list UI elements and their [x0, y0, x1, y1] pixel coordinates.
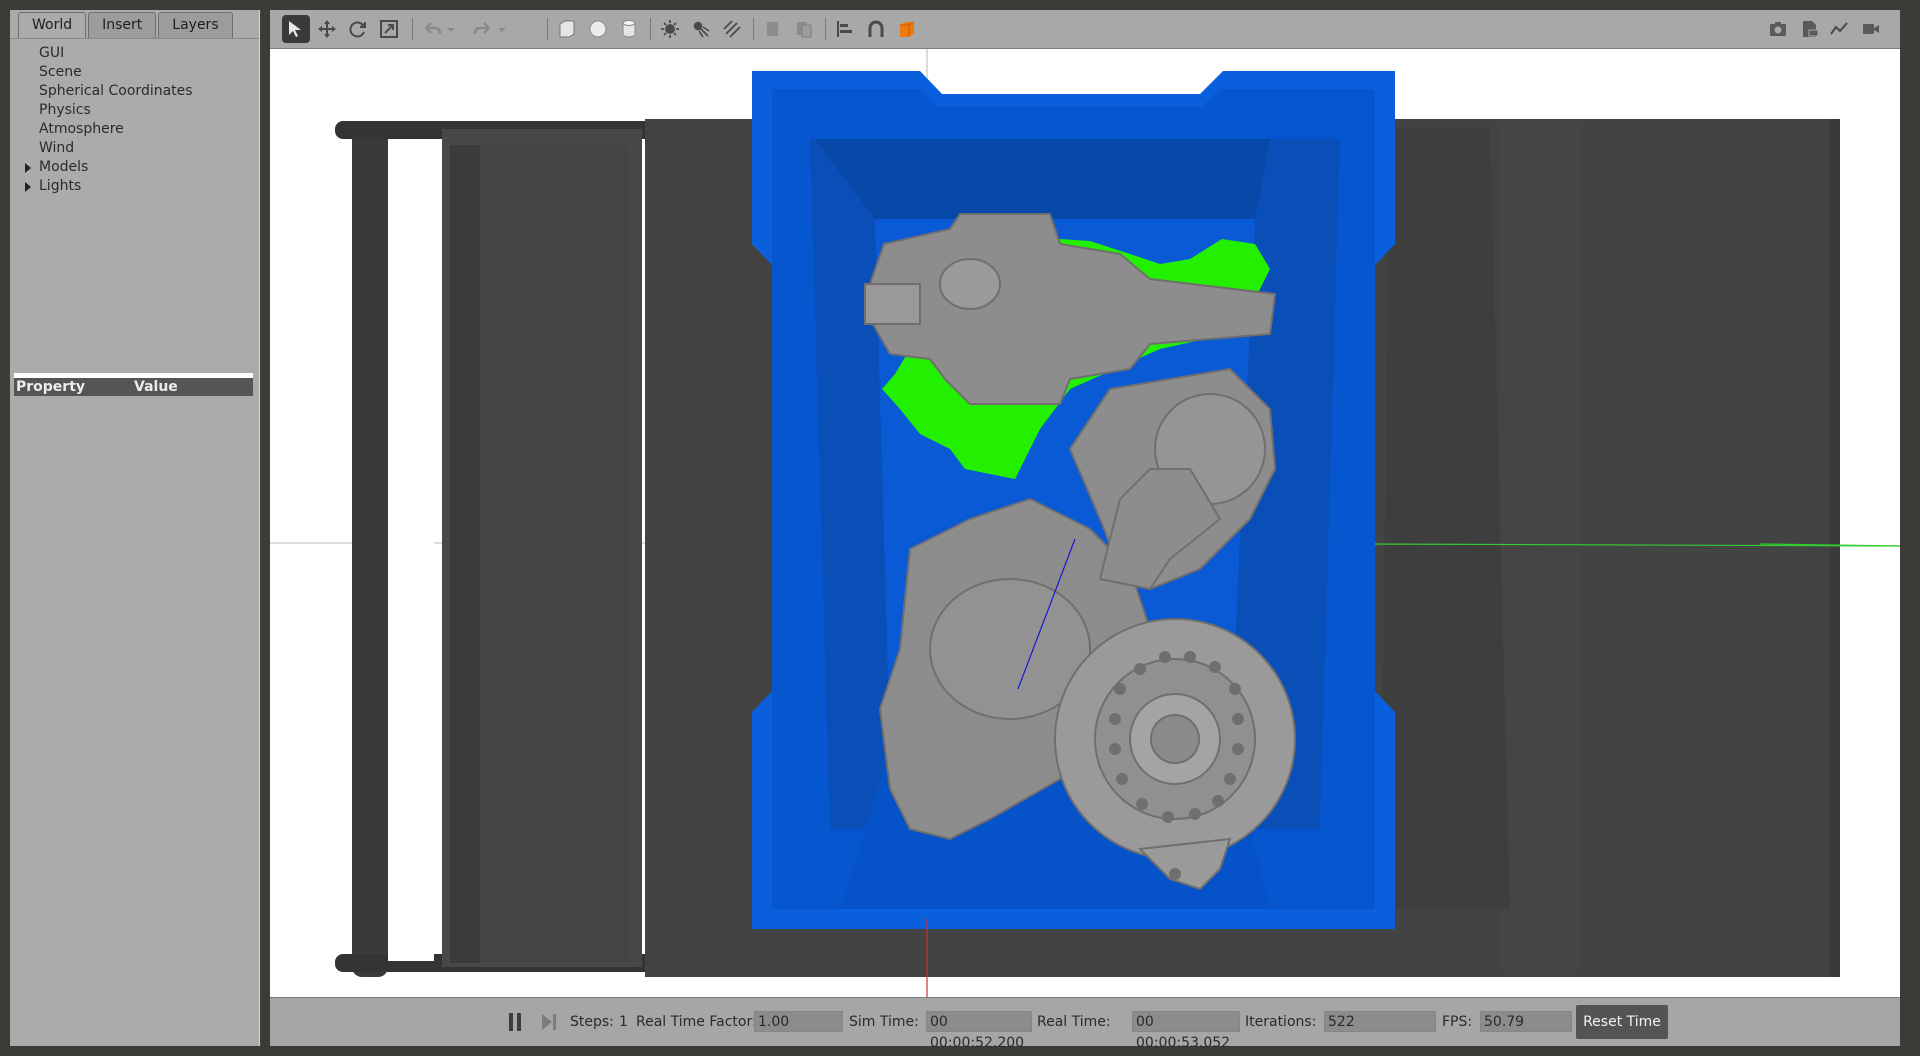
tab-divider: [10, 38, 259, 39]
steps-input[interactable]: 1: [619, 1013, 628, 1031]
fps-field: 50.79: [1480, 1011, 1572, 1032]
reset-time-button[interactable]: Reset Time: [1576, 1005, 1668, 1039]
select-mode-icon[interactable]: [282, 15, 310, 43]
translate-mode-icon[interactable]: [313, 15, 341, 43]
tree-item-wind[interactable]: Wind: [10, 139, 259, 158]
real-time-field: 00 00:00:53.052: [1132, 1011, 1240, 1051]
redo-icon[interactable]: [469, 15, 497, 43]
panel-splitter[interactable]: [259, 10, 268, 1046]
label-iterations: Iterations:: [1245, 1014, 1317, 1030]
log-data-icon[interactable]: [1795, 15, 1823, 43]
spot-light-icon[interactable]: [687, 15, 715, 43]
tree-item-label: GUI: [39, 45, 65, 61]
tab-insert[interactable]: Insert: [88, 12, 157, 38]
cylinder-shape-icon[interactable]: [615, 15, 643, 43]
tree-item-atmosphere[interactable]: Atmosphere: [10, 120, 259, 139]
panel-tabs: World Insert Layers: [18, 12, 233, 39]
property-table-header: Property Value: [14, 378, 253, 396]
label-fps: FPS:: [1442, 1014, 1473, 1030]
tree-item-label: Models: [39, 159, 89, 175]
pause-icon[interactable]: [507, 1012, 525, 1032]
toolbar-separator: [412, 18, 413, 40]
redo-history-icon[interactable]: [495, 15, 509, 43]
point-light-icon[interactable]: [656, 15, 684, 43]
tree-item-label: Spherical Coordinates: [39, 83, 193, 99]
label-sim-time: Sim Time:: [849, 1014, 919, 1030]
plot-icon[interactable]: [1826, 15, 1854, 43]
align-icon[interactable]: [831, 15, 859, 43]
property-column-header[interactable]: Property: [16, 378, 85, 396]
tree-item-label: Wind: [39, 140, 75, 156]
tree-item-spherical-coordinates[interactable]: Spherical Coordinates: [10, 82, 259, 101]
snap-icon[interactable]: [862, 15, 890, 43]
view-angle-icon[interactable]: [893, 15, 921, 43]
directional-light-icon[interactable]: [718, 15, 746, 43]
world-tree: GUI Scene Spherical Coordinates Physics …: [10, 44, 259, 196]
scene-render: [270, 49, 1900, 997]
undo-icon[interactable]: [418, 15, 446, 43]
tab-world[interactable]: World: [18, 12, 87, 39]
toolbar: [270, 10, 1900, 49]
splitter-highlight: [259, 10, 260, 1046]
toolbar-separator: [753, 18, 754, 40]
paste-icon[interactable]: [790, 15, 818, 43]
tab-layers[interactable]: Layers: [158, 12, 233, 38]
rtf-field: 1.00: [754, 1011, 843, 1032]
sim-time-field: 00 00:00:52.200: [926, 1011, 1032, 1051]
tree-item-models[interactable]: Models: [10, 158, 259, 177]
left-panel: World Insert Layers GUI Scene Spherical …: [10, 10, 259, 1046]
tree-item-label: Scene: [39, 64, 82, 80]
toolbar-separator: [825, 18, 826, 40]
toolbar-separator: [547, 18, 548, 40]
tree-item-label: Atmosphere: [39, 121, 124, 137]
rotate-mode-icon[interactable]: [344, 15, 372, 43]
expand-arrow-icon[interactable]: [25, 163, 31, 173]
screenshot-icon[interactable]: [1764, 15, 1792, 43]
tree-item-lights[interactable]: Lights: [10, 177, 259, 196]
undo-history-icon[interactable]: [444, 15, 458, 43]
tree-item-gui[interactable]: GUI: [10, 44, 259, 63]
value-column-header[interactable]: Value: [134, 378, 178, 396]
steps-label: Steps:: [570, 1014, 614, 1030]
left-conveyor: [335, 121, 680, 977]
scene-viewport[interactable]: [270, 49, 1900, 997]
step-forward-icon[interactable]: [542, 1012, 558, 1032]
toolbar-separator: [650, 18, 651, 40]
label-rtf: Real Time Factor:: [636, 1014, 757, 1030]
status-bar: Steps: 1 Real Time Factor: 1.00 Sim Time…: [270, 997, 1900, 1051]
expand-arrow-icon[interactable]: [25, 182, 31, 192]
tree-item-label: Physics: [39, 102, 91, 118]
tree-item-physics[interactable]: Physics: [10, 101, 259, 120]
scale-mode-icon[interactable]: [375, 15, 403, 43]
tree-item-scene[interactable]: Scene: [10, 63, 259, 82]
box-shape-icon[interactable]: [553, 15, 581, 43]
copy-icon[interactable]: [759, 15, 787, 43]
sphere-shape-icon[interactable]: [584, 15, 612, 43]
iterations-field: 522: [1324, 1011, 1436, 1032]
label-real-time: Real Time:: [1037, 1014, 1111, 1030]
tree-item-label: Lights: [39, 178, 82, 194]
record-video-icon[interactable]: [1857, 15, 1885, 43]
